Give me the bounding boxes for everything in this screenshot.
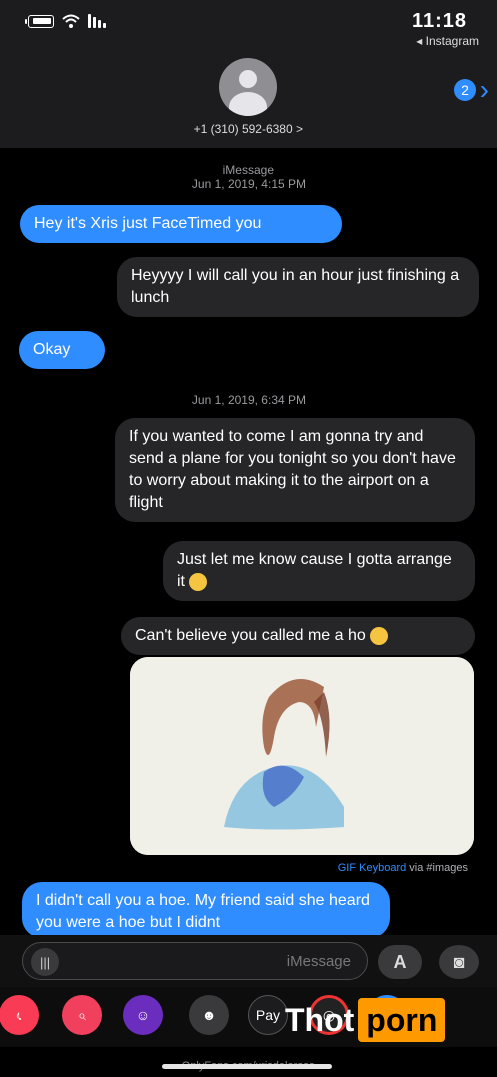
message-bubble[interactable]: I didn't call you a hoe. My friend said …	[22, 882, 390, 938]
service-label: iMessage	[222, 163, 275, 177]
memoji-stickers-icon[interactable]: ☻	[189, 995, 229, 1035]
signal-icon	[88, 14, 106, 28]
message-bubble[interactable]: If you wanted to come I am gonna try and…	[115, 418, 475, 522]
message-bubble[interactable]: Can't believe you called me a ho	[121, 617, 475, 655]
app-store-icon: A	[393, 951, 407, 972]
gif-attachment[interactable]	[130, 657, 474, 855]
wifi-icon	[62, 14, 80, 28]
message-bubble[interactable]: Heyyyy I will call you in an hour just f…	[117, 257, 479, 317]
message-input[interactable]: iMessage |||	[22, 942, 368, 980]
camera-button[interactable]: ◙	[439, 945, 479, 979]
contact-name[interactable]: +1 (310) 592-6380 >	[0, 122, 497, 136]
laughing-emoji-icon	[369, 626, 388, 645]
timestamp-1: Jun 1, 2019, 4:15 PM	[191, 177, 306, 191]
unread-badge: 2	[453, 79, 476, 101]
chevron-left-icon: ‹	[479, 74, 489, 105]
audio-record-icon[interactable]: |||	[31, 948, 59, 976]
home-indicator[interactable]	[162, 1064, 332, 1069]
camera-icon: ◙	[453, 951, 465, 972]
back-to-app-link[interactable]: ◂ Instagram	[416, 34, 479, 48]
images-search-icon[interactable]: ⌕	[62, 995, 102, 1035]
status-time: 11:18	[411, 10, 467, 32]
apple-pay-icon[interactable]: Pay	[248, 995, 288, 1035]
timestamp-2: Jun 1, 2019, 6:34 PM	[191, 393, 306, 407]
memoji-icon[interactable]: ☺	[123, 995, 163, 1035]
gif-credit: GIF Keyboard via #images	[337, 862, 468, 874]
contact-number: +1 (310) 592-6380 >	[193, 122, 304, 136]
music-app-icon[interactable]: ♪	[0, 995, 39, 1035]
smiling-halo-emoji-icon	[189, 572, 207, 591]
conversation-header: 11:18 ◂ Instagram ‹ 2 +1 (310) 592-6380 …	[0, 0, 497, 148]
message-input-placeholder: iMessage	[286, 953, 351, 970]
gif-image	[130, 657, 474, 855]
mirrored-screenshot: 11:18 ◂ Instagram ‹ 2 +1 (310) 592-6380 …	[0, 0, 497, 1077]
watermark-logo: Thot porn	[285, 998, 446, 1042]
message-bubble[interactable]: Okay	[19, 331, 105, 369]
status-icons	[28, 14, 106, 28]
battery-icon	[28, 14, 54, 28]
message-bubble[interactable]: Just let me know cause I gotta arrange i…	[163, 541, 475, 601]
back-button[interactable]: ‹ 2	[453, 74, 489, 105]
contact-avatar[interactable]	[219, 58, 277, 116]
app-store-button[interactable]: A	[378, 945, 422, 979]
message-bubble[interactable]: Hey it's Xris just FaceTimed you	[20, 205, 342, 243]
